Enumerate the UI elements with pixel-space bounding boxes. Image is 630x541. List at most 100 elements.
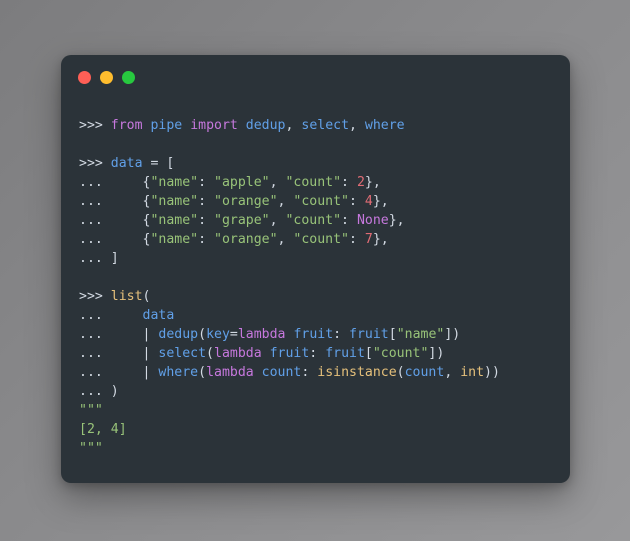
token-plain: = — [229, 327, 238, 342]
token-plain: }, — [364, 175, 381, 190]
token-plain: , — [349, 118, 365, 133]
code-line: """ — [79, 401, 552, 420]
token-plain: : — [341, 213, 357, 228]
token-str: "name" — [150, 194, 199, 209]
token-name: select — [301, 118, 350, 133]
code-line: >>> data = [ — [79, 154, 552, 173]
token-name: count — [261, 365, 302, 380]
code-line: >>> list( — [79, 287, 552, 306]
token-str: "apple" — [214, 175, 270, 190]
code-line: ... data — [79, 306, 552, 325]
token-name: fruit — [293, 327, 334, 342]
token-plain: { — [110, 232, 151, 247]
token-plain: = [ — [142, 156, 175, 171]
token-plain: | — [110, 327, 159, 342]
token-plain: }, — [372, 232, 389, 247]
prompt-primary: >>> — [79, 118, 111, 133]
token-plain: ( — [206, 346, 214, 361]
token-plain: )) — [484, 365, 500, 380]
token-plain: { — [110, 213, 151, 228]
token-name: fruit — [349, 327, 389, 342]
code-line: ... {"name": "orange", "count": 4}, — [79, 192, 552, 211]
token-name: data — [110, 156, 143, 171]
code-line: ... {"name": "apple", "count": 2}, — [79, 173, 552, 192]
token-str: "name" — [396, 327, 445, 342]
token-plain: : — [349, 232, 365, 247]
token-plain: , — [277, 232, 294, 247]
token-plain: : — [341, 175, 357, 190]
token-str: "count" — [293, 194, 349, 209]
code-line: ... | where(lambda count: isinstance(cou… — [79, 363, 552, 382]
code-content[interactable]: >>> from pipe import dedup, select, wher… — [61, 99, 570, 483]
code-line: ... {"name": "grape", "count": None}, — [79, 211, 552, 230]
code-line: [2, 4] — [79, 420, 552, 439]
token-plain: ( — [198, 327, 207, 342]
token-out: """ — [79, 403, 103, 418]
token-plain: , — [285, 118, 302, 133]
prompt-continuation: ... — [79, 346, 111, 361]
token-plain: : — [198, 213, 214, 228]
token-str: "name" — [150, 213, 199, 228]
token-plain: : — [198, 194, 214, 209]
prompt-primary: >>> — [79, 156, 111, 171]
token-plain: : — [309, 346, 326, 361]
code-line: ... | select(lambda fruit: fruit["count"… — [79, 344, 552, 363]
code-line: ... ] — [79, 249, 552, 268]
prompt-continuation: ... — [79, 194, 111, 209]
token-plain: { — [110, 175, 151, 190]
token-kw: lambda — [237, 327, 286, 342]
code-line: ... {"name": "orange", "count": 7}, — [79, 230, 552, 249]
token-plain: }, — [388, 213, 405, 228]
token-name: where — [158, 365, 199, 380]
token-name: select — [158, 346, 207, 361]
token-str: "count" — [372, 346, 429, 361]
prompt-continuation: ... — [79, 327, 111, 342]
prompt-primary: >>> — [79, 289, 111, 304]
token-plain: ) — [110, 384, 119, 399]
close-window-button[interactable] — [78, 70, 91, 84]
token-plain: : — [198, 175, 214, 190]
token-plain: ]) — [444, 327, 461, 342]
token-kw: lambda — [206, 365, 254, 380]
token-name: count — [404, 365, 445, 380]
prompt-continuation: ... — [79, 308, 111, 323]
token-plain: { — [110, 194, 151, 209]
maximize-window-button[interactable] — [122, 70, 135, 84]
token-kw: import — [190, 118, 238, 133]
token-name: pipe — [150, 118, 183, 133]
token-kw: lambda — [214, 346, 262, 361]
token-name: dedup — [158, 327, 199, 342]
token-num: 4 — [364, 194, 373, 209]
token-str: "count" — [293, 232, 349, 247]
prompt-continuation: ... — [79, 213, 111, 228]
token-plain: ] — [110, 251, 119, 266]
token-plain: , — [269, 213, 286, 228]
token-str: "name" — [150, 175, 199, 190]
token-name: fruit — [269, 346, 310, 361]
token-kw: from — [110, 118, 143, 133]
token-str: "count" — [285, 175, 342, 190]
window-titlebar[interactable] — [61, 55, 570, 99]
token-plain: ( — [142, 289, 151, 304]
token-plain: | — [110, 346, 159, 361]
token-builtin: isinstance — [317, 365, 397, 380]
token-out: [2, 4] — [79, 422, 127, 437]
token-plain: ( — [396, 365, 405, 380]
code-line: ... | dedup(key=lambda fruit: fruit["nam… — [79, 325, 552, 344]
terminal-window: >>> from pipe import dedup, select, wher… — [61, 55, 570, 483]
prompt-continuation: ... — [79, 175, 111, 190]
token-plain: , — [269, 175, 286, 190]
token-str: "orange" — [214, 194, 278, 209]
token-str: "name" — [150, 232, 199, 247]
token-plain: }, — [372, 194, 389, 209]
token-plain: : — [198, 232, 214, 247]
token-name: dedup — [245, 118, 286, 133]
minimize-window-button[interactable] — [100, 70, 113, 84]
token-plain: , — [444, 365, 461, 380]
token-plain: ( — [198, 365, 207, 380]
token-builtin: list — [110, 289, 143, 304]
